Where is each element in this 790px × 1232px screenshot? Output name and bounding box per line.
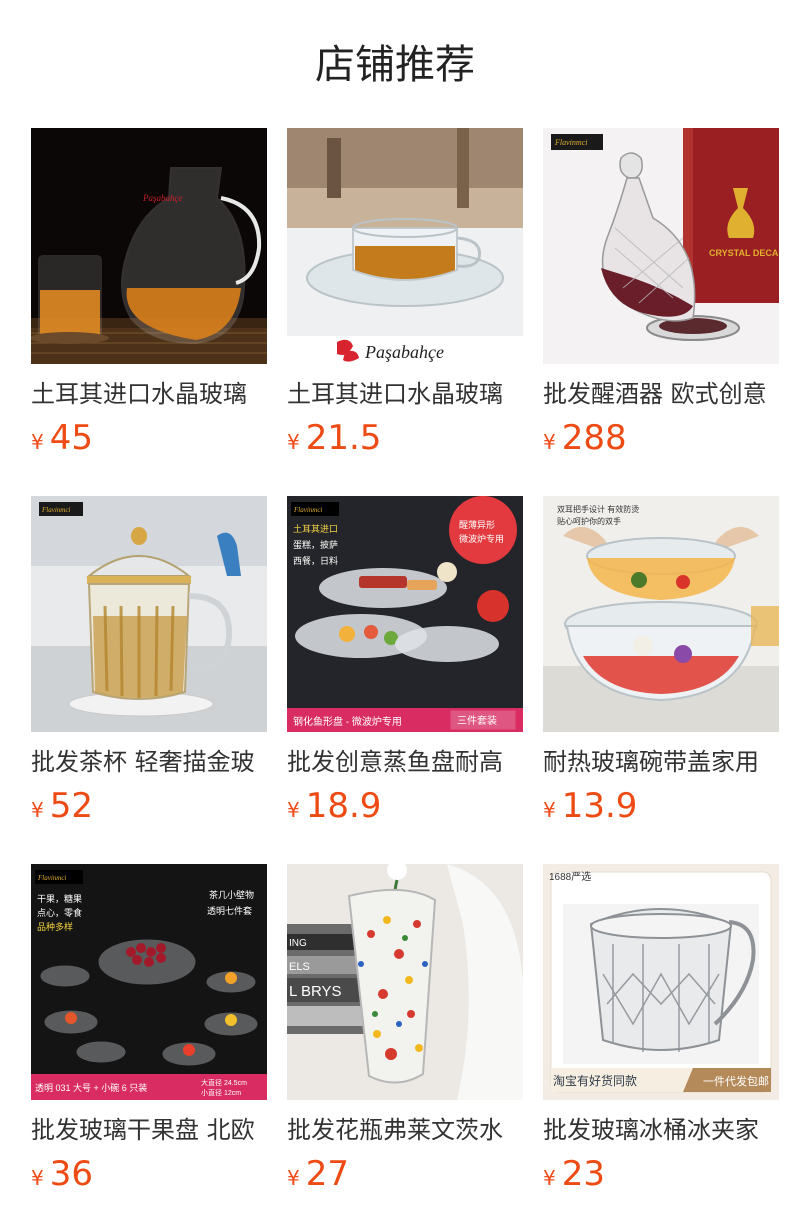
image-caption: 茶几小壁物 [209, 889, 254, 900]
product-card[interactable]: Paşabahçe 土耳其进口水晶玻璃 ¥45 [31, 128, 267, 496]
product-card[interactable]: ING ELS L BRYS 批发花瓶弗莱文茨水 ¥ 27 [287, 864, 523, 1232]
fish-shaped-glass-plates-photo: Flavinmci 土耳其进口 蛋糕，披萨 西餐，日料 醒薄异形 微波炉专用 钢… [287, 496, 523, 732]
image-caption: 品种多样 [37, 921, 73, 932]
product-title[interactable]: 批发玻璃干果盘 北欧 [31, 1110, 267, 1150]
brand-watermark: Paşabahçe [142, 193, 183, 203]
image-banner: 三件套装 [457, 714, 497, 727]
price-row: ¥13.9 [543, 786, 637, 826]
product-card[interactable]: 双耳把手设计 有效防烫 贴心呵护你的双手 耐热玻璃碗带盖家用 ¥13.9 [543, 496, 779, 864]
platform-badge: 1688严选 [549, 870, 591, 883]
product-price: 45 [49, 418, 93, 458]
currency-symbol: ¥ [287, 430, 300, 454]
product-card[interactable]: Paşabahçe 土耳其进口水晶玻璃 ¥21.5 [287, 128, 523, 496]
box-label: CRYSTAL DECANTE [709, 248, 779, 258]
price-row: ¥36 [31, 1154, 93, 1194]
product-image[interactable]: 1688严选 淘宝有好货同款 一件代发包邮 [543, 864, 779, 1100]
promo-badge: 微波炉专用 [459, 533, 504, 544]
currency-symbol: ¥ [287, 798, 300, 822]
book-spine-text: ING [289, 938, 307, 949]
price-row: ¥288 [543, 418, 627, 458]
image-caption: 土耳其进口 [293, 523, 338, 534]
product-grid: Paşabahçe 土耳其进口水晶玻璃 ¥45 Paşabahçe 土耳其进口水… [31, 128, 779, 1232]
book-spine-text: ELS [289, 961, 310, 973]
image-banner: 透明 031 大号 + 小碗 6 只装 [35, 1082, 147, 1093]
image-banner: 一件代发包邮 [703, 1074, 769, 1088]
price-row: ¥21.5 [287, 418, 381, 458]
product-title[interactable]: 耐热玻璃碗带盖家用 [543, 742, 779, 782]
product-title[interactable]: 批发玻璃冰桶冰夹家 [543, 1110, 779, 1150]
glass-pitcher-and-cup-photo: Paşabahçe [31, 128, 267, 364]
product-image[interactable]: 双耳把手设计 有效防烫 贴心呵护你的双手 [543, 496, 779, 732]
product-title[interactable]: 批发茶杯 轻奢描金玻 [31, 742, 267, 782]
product-image[interactable]: Paşabahçe [31, 128, 267, 364]
product-price: 23 [561, 1154, 605, 1194]
product-card[interactable]: CRYSTAL DECANTE Flavinmci 批发醒酒器 欧式创意 ¥28… [543, 128, 779, 496]
image-caption: 干果，糖果 [37, 893, 82, 904]
image-caption: 贴心呵护你的双手 [557, 516, 621, 526]
image-banner: 钢化鱼形盘 - 微波炉专用 [293, 715, 402, 728]
product-card[interactable]: 1688严选 淘宝有好货同款 一件代发包邮 批发玻璃冰桶冰夹家 ¥ 23 [543, 864, 779, 1232]
currency-symbol: ¥ [31, 430, 44, 454]
crystal-ice-bucket-photo: 1688严选 淘宝有好货同款 一件代发包邮 [543, 864, 779, 1100]
brand-logo: Flavinmci [37, 874, 66, 882]
image-caption: 西餐，日料 [293, 555, 338, 566]
image-caption: 双耳把手设计 有效防烫 [557, 504, 639, 514]
price-row: ¥18.9 [287, 786, 381, 826]
crystal-decanter-photo: CRYSTAL DECANTE Flavinmci [543, 128, 779, 364]
product-price: 13.9 [561, 786, 638, 826]
product-image[interactable]: ING ELS L BRYS [287, 864, 523, 1100]
image-caption: 透明七件套 [207, 905, 252, 916]
book-spine-text: L BRYS [289, 983, 342, 1000]
gold-rim-tea-mug-photo: Flavinmci [31, 496, 267, 732]
currency-symbol: ¥ [31, 798, 44, 822]
product-image[interactable]: Flavinmci [31, 496, 267, 732]
glass-tea-cup-and-saucer-photo: Paşabahçe [287, 128, 523, 364]
painted-glass-vase-photo: ING ELS L BRYS [287, 864, 523, 1100]
product-price: 288 [561, 418, 627, 458]
product-title[interactable]: 批发花瓶弗莱文茨水 [287, 1110, 523, 1150]
product-title[interactable]: 土耳其进口水晶玻璃 [287, 374, 523, 414]
product-image[interactable]: Flavinmci 干果，糖果 点心，零食 品种多样 茶几小壁物 透明七件套 透… [31, 864, 267, 1100]
product-price: 27 [305, 1154, 349, 1194]
product-card[interactable]: Flavinmci 批发茶杯 轻奢描金玻 ¥52 [31, 496, 267, 864]
brand-logo: Flavinmci [41, 506, 70, 514]
product-card[interactable]: Flavinmci 土耳其进口 蛋糕，披萨 西餐，日料 醒薄异形 微波炉专用 钢… [287, 496, 523, 864]
product-price: 36 [49, 1154, 93, 1194]
currency-symbol: ¥ [287, 1166, 300, 1190]
image-banner: 小直径 12cm [201, 1088, 241, 1097]
image-caption: 点心，零食 [37, 907, 82, 918]
price-row: ¥52 [31, 786, 93, 826]
image-caption: 蛋糕，披萨 [293, 539, 338, 550]
brand-logo: Flavinmci [554, 138, 587, 147]
currency-symbol: ¥ [543, 1166, 556, 1190]
page-title: 店铺推荐 [315, 42, 475, 88]
product-price: 52 [49, 786, 93, 826]
product-price: 21.5 [305, 418, 382, 458]
product-card[interactable]: Flavinmci 干果，糖果 点心，零食 品种多样 茶几小壁物 透明七件套 透… [31, 864, 267, 1232]
promo-badge: 醒薄异形 [459, 519, 495, 530]
currency-symbol: ¥ [543, 798, 556, 822]
currency-symbol: ¥ [31, 1166, 44, 1190]
product-image[interactable]: CRYSTAL DECANTE Flavinmci [543, 128, 779, 364]
glass-fruit-bowl-set-photo: Flavinmci 干果，糖果 点心，零食 品种多样 茶几小壁物 透明七件套 透… [31, 864, 267, 1100]
product-title[interactable]: 批发创意蒸鱼盘耐高 [287, 742, 523, 782]
product-image[interactable]: Paşabahçe [287, 128, 523, 364]
product-image[interactable]: Flavinmci 土耳其进口 蛋糕，披萨 西餐，日料 醒薄异形 微波炉专用 钢… [287, 496, 523, 732]
brand-logo: Flavinmci [293, 506, 322, 514]
product-title[interactable]: 土耳其进口水晶玻璃 [31, 374, 267, 414]
price-row: ¥27 [287, 1154, 349, 1194]
price-row: ¥45 [31, 418, 93, 458]
currency-symbol: ¥ [543, 430, 556, 454]
product-title[interactable]: 批发醒酒器 欧式创意 [543, 374, 779, 414]
product-price: 18.9 [305, 786, 382, 826]
image-banner: 大直径 24.5cm [201, 1078, 247, 1087]
image-banner: 淘宝有好货同款 [553, 1073, 637, 1088]
price-row: ¥23 [543, 1154, 605, 1194]
glass-bowls-with-lid-photo: 双耳把手设计 有效防烫 贴心呵护你的双手 [543, 496, 779, 732]
brand-logo: Paşabahçe [364, 342, 444, 362]
